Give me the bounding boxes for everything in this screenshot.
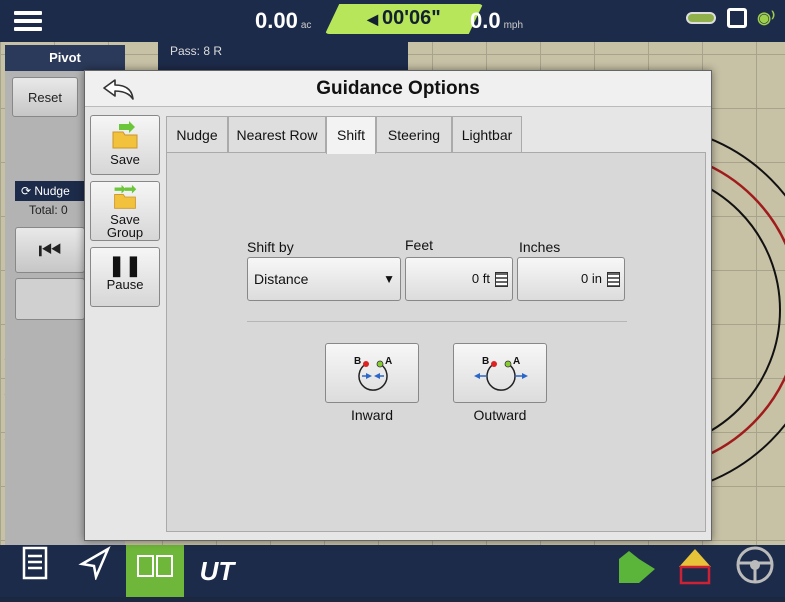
save-group-folder-icon — [114, 184, 137, 209]
gps-satellite-icon[interactable]: ◉⁾ — [757, 8, 775, 28]
shift-inward-button[interactable]: B A — [325, 343, 419, 403]
shift-outward-icon: B A — [474, 356, 528, 391]
outward-label: Outward — [473, 407, 527, 423]
reset-button[interactable]: Reset — [12, 77, 78, 117]
product-bin-icon[interactable] — [666, 545, 724, 597]
status-icons: ◉⁾ — [686, 8, 775, 28]
timer-arrow-icon: ◀ — [367, 11, 379, 27]
field-map-icon[interactable] — [608, 545, 666, 597]
nudge-label: Nudge — [34, 184, 70, 198]
dropdown-arrow-icon: ▼ — [383, 272, 395, 286]
inches-label: Inches — [519, 239, 561, 255]
speed-unit: mph — [503, 20, 524, 31]
inward-label: Inward — [350, 407, 394, 423]
timer[interactable]: ◀ 00'06" — [325, 4, 483, 34]
shift-by-select[interactable]: Distance ▼ — [247, 257, 401, 301]
document-icon[interactable] — [6, 545, 64, 597]
area-unit: ac — [300, 20, 312, 31]
map-split-view-icon[interactable] — [126, 545, 184, 597]
tab-nearest-row[interactable]: Nearest Row — [228, 116, 326, 152]
timer-value: 00'06" — [382, 7, 441, 29]
menu-icon[interactable] — [14, 11, 42, 31]
feet-label: Feet — [405, 237, 434, 253]
tab-nudge[interactable]: Nudge — [166, 116, 228, 152]
inches-field[interactable]: 0 in — [517, 257, 625, 301]
feet-field[interactable]: 0 ft — [405, 257, 513, 301]
inches-value: 0 in — [581, 271, 602, 286]
save-group-label-2: Group — [106, 225, 144, 240]
pass-label: Pass: 8 R — [170, 44, 223, 58]
shift-inward-icon: B A — [354, 356, 392, 391]
bottom-toolbar: UT — [0, 545, 785, 597]
guidance-arrow-icon[interactable] — [66, 545, 124, 597]
top-status-bar: 0.00 ac ◀ 00'06" 0.0 mph ◉⁾ — [0, 0, 785, 42]
tab-lightbar[interactable]: Lightbar — [452, 116, 522, 152]
ut-label: UT — [199, 556, 235, 586]
dialog-title-bar: Guidance Options — [85, 71, 711, 107]
pause-button[interactable]: ❚❚ Pause — [90, 247, 160, 307]
point-b-label: B — [354, 356, 361, 367]
shift-by-value: Distance — [254, 271, 309, 287]
speed-readout: 0.0 mph — [470, 8, 523, 34]
nudge-total: Total: 0 — [29, 203, 68, 217]
implement-icon[interactable] — [686, 12, 717, 24]
steering-wheel-icon[interactable] — [726, 545, 784, 597]
dialog-title: Guidance Options — [316, 78, 480, 99]
nudge-icon: ⟳ — [21, 184, 35, 198]
tab-shift[interactable]: Shift — [326, 116, 376, 154]
speed-value: 0.0 — [470, 8, 501, 33]
save-label: Save — [110, 152, 140, 167]
skip-back-button[interactable]: ⏮ — [15, 227, 85, 273]
undo-button[interactable] — [15, 278, 85, 320]
point-a-label: A — [385, 356, 392, 367]
point-a-label: A — [513, 356, 520, 367]
pivot-title: Pivot — [5, 45, 125, 71]
pause-icon: ❚❚ — [108, 255, 142, 277]
tab-steering[interactable]: Steering — [376, 116, 452, 152]
save-folder-icon — [112, 121, 138, 149]
nudge-indicator: ⟳ Nudge — [15, 181, 85, 201]
save-group-button[interactable]: Save Group — [90, 181, 160, 241]
universal-terminal-button[interactable]: UT — [188, 545, 246, 597]
keypad-icon[interactable] — [607, 272, 620, 287]
pause-label: Pause — [106, 277, 144, 292]
point-b-label: B — [482, 356, 489, 367]
shift-outward-button[interactable]: B A — [453, 343, 547, 403]
shift-by-label: Shift by — [247, 239, 294, 255]
keypad-icon[interactable] — [495, 272, 508, 287]
guidance-options-dialog: Guidance Options Save Save Group ❚❚ Paus… — [84, 70, 712, 541]
area-readout: 0.00 ac — [255, 8, 311, 34]
feet-value: 0 ft — [471, 271, 490, 286]
save-button[interactable]: Save — [90, 115, 160, 175]
area-value: 0.00 — [255, 8, 298, 33]
display-status-icon[interactable] — [726, 8, 747, 28]
divider — [247, 321, 627, 322]
shift-tab-panel: Shift by Feet Inches Distance ▼ 0 ft 0 i… — [166, 152, 706, 532]
skip-back-icon: ⏮ — [38, 235, 62, 265]
